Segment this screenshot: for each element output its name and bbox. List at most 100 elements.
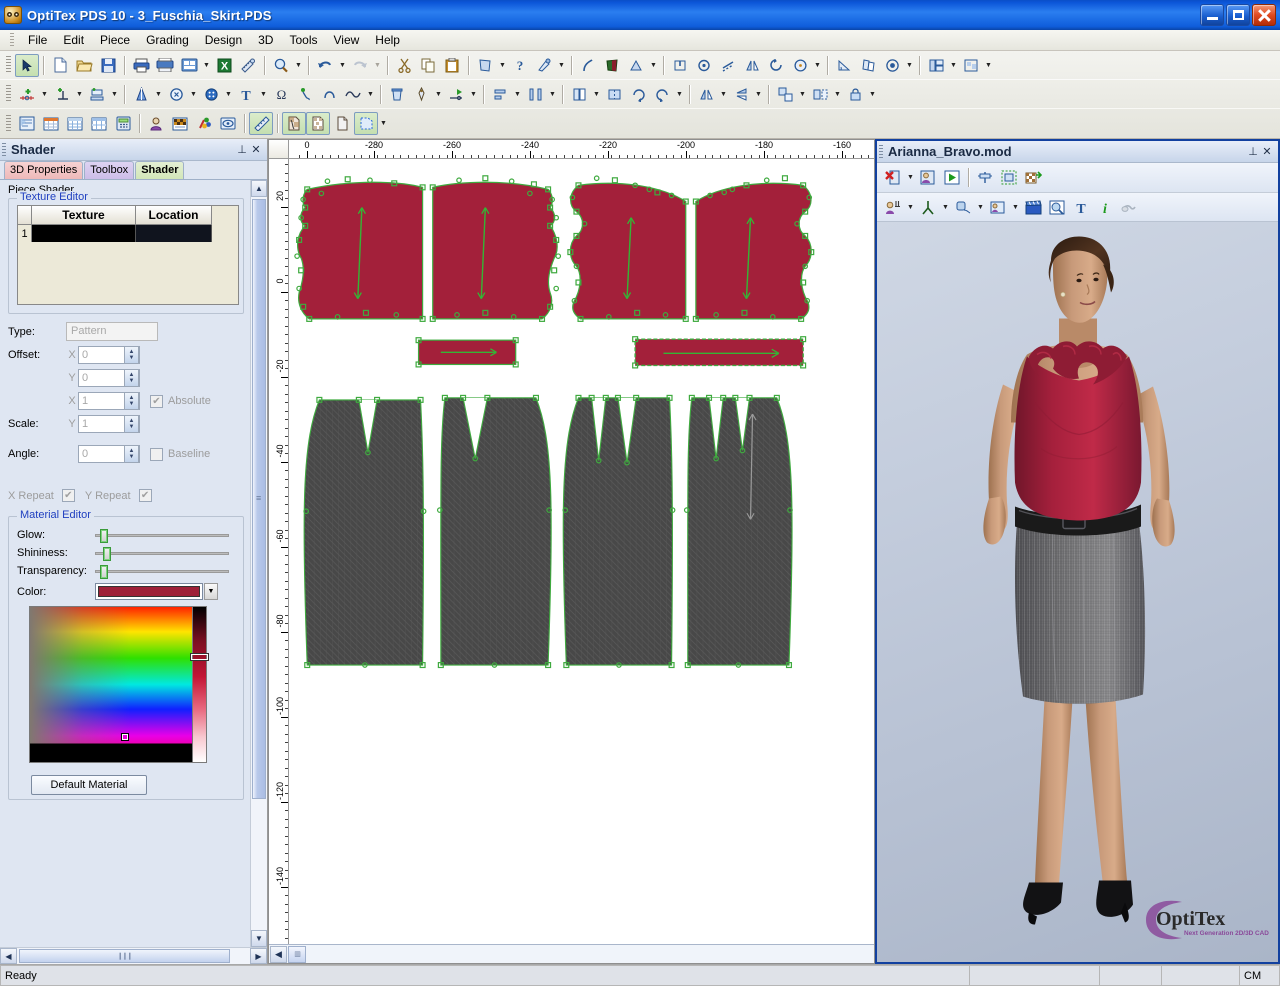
lock-button[interactable] bbox=[843, 83, 867, 106]
annotate-dropdown[interactable]: ▼ bbox=[556, 54, 567, 77]
texture-fill-button[interactable] bbox=[306, 112, 330, 135]
color-picker-luminance-strip[interactable] bbox=[192, 607, 206, 762]
scroll-up-button[interactable]: ▲ bbox=[251, 180, 267, 197]
canvas-h-scroll-thumb[interactable]: ▥ bbox=[288, 946, 306, 963]
toolbar-grip[interactable] bbox=[6, 56, 11, 74]
scroll-thumb[interactable] bbox=[252, 199, 266, 799]
toolbar-grip[interactable] bbox=[6, 115, 11, 133]
model-viewport[interactable]: OptiTex Next Generation 2D/3D CAD bbox=[877, 221, 1278, 962]
view-3d-window-button[interactable] bbox=[216, 112, 240, 135]
piece-shape-dropdown[interactable]: ▼ bbox=[497, 54, 508, 77]
notch-button[interactable] bbox=[668, 54, 692, 77]
ruler-corner[interactable] bbox=[269, 140, 289, 159]
close-avatar-dropdown[interactable]: ▼ bbox=[905, 166, 916, 189]
distribute-button[interactable] bbox=[523, 83, 547, 106]
offset-y-stepper[interactable]: ▲▼ bbox=[124, 369, 139, 387]
export-excel-button[interactable]: X bbox=[212, 54, 236, 77]
piece-vertex[interactable] bbox=[345, 177, 350, 182]
add-point-dropdown[interactable]: ▼ bbox=[39, 83, 50, 106]
pen-tool-dropdown[interactable]: ▼ bbox=[433, 83, 444, 106]
info-button[interactable]: i bbox=[1093, 196, 1117, 219]
bodice-back-right-piece[interactable] bbox=[696, 183, 811, 319]
blow-tool-button[interactable] bbox=[1117, 196, 1141, 219]
add-point-button[interactable] bbox=[15, 83, 39, 106]
menu-grading[interactable]: Grading bbox=[138, 31, 197, 49]
flip-horizontal-dropdown[interactable]: ▼ bbox=[718, 83, 729, 106]
color-dropdown-chevron-down-icon[interactable]: ▼ bbox=[204, 583, 218, 600]
pen-tool-button[interactable] bbox=[409, 83, 433, 106]
table-grid-button[interactable] bbox=[63, 112, 87, 135]
skirt-panel-piece[interactable] bbox=[688, 398, 792, 665]
wave-tool-dropdown[interactable]: ▼ bbox=[365, 83, 376, 106]
piece-vertex[interactable] bbox=[325, 179, 329, 183]
piece-vertex[interactable] bbox=[457, 178, 461, 182]
avatar-properties-button[interactable] bbox=[144, 112, 168, 135]
skirt-panel-piece[interactable] bbox=[563, 398, 672, 665]
circle-point-dropdown[interactable]: ▼ bbox=[188, 83, 199, 106]
symbol-omega-button[interactable]: Ω bbox=[269, 83, 293, 106]
vertical-ruler[interactable]: 200-20-40-60-80-100-120-140-160 bbox=[269, 159, 289, 944]
piece-list-button[interactable] bbox=[15, 112, 39, 135]
canvas-scroll-left-button[interactable]: ◀ bbox=[270, 946, 287, 963]
minimize-button[interactable] bbox=[1200, 4, 1224, 26]
split-piece-button[interactable] bbox=[567, 83, 591, 106]
transparency-slider-thumb[interactable] bbox=[100, 565, 108, 579]
skirt-panel-piece[interactable] bbox=[441, 398, 552, 665]
bodice-front-right-piece[interactable] bbox=[433, 182, 557, 319]
walk-piece-button[interactable] bbox=[856, 54, 880, 77]
play-simulation-button[interactable] bbox=[940, 166, 964, 189]
fabric-drape-button[interactable] bbox=[951, 196, 975, 219]
group-button[interactable] bbox=[773, 83, 797, 106]
load-avatar-button[interactable] bbox=[916, 166, 940, 189]
menu-3d[interactable]: 3D bbox=[250, 31, 281, 49]
pin-icon[interactable]: ⊥ bbox=[1246, 145, 1260, 159]
zoom-dropdown[interactable]: ▼ bbox=[293, 54, 304, 77]
flip-vertical-button[interactable] bbox=[729, 83, 753, 106]
print-button[interactable] bbox=[129, 54, 153, 77]
nest-dropdown[interactable]: ▼ bbox=[983, 54, 994, 77]
tab-3d-properties[interactable]: 3D Properties bbox=[4, 161, 83, 179]
cut-button[interactable] bbox=[392, 54, 416, 77]
menu-tools[interactable]: Tools bbox=[281, 31, 325, 49]
layout-button[interactable] bbox=[924, 54, 948, 77]
sewing-machine-dropdown[interactable]: ▼ bbox=[109, 83, 120, 106]
toolbar-grip[interactable] bbox=[6, 85, 11, 103]
scale-x-input[interactable]: 1 ▲▼ bbox=[78, 392, 140, 410]
annotate-button[interactable] bbox=[532, 54, 556, 77]
circle-point-button[interactable] bbox=[164, 83, 188, 106]
shininess-slider-thumb[interactable] bbox=[103, 547, 111, 561]
avatar-measure-button[interactable] bbox=[973, 166, 997, 189]
new-file-button[interactable] bbox=[48, 54, 72, 77]
scroll-track[interactable] bbox=[251, 197, 267, 930]
offset-x-stepper[interactable]: ▲▼ bbox=[124, 346, 139, 364]
table-blue-button[interactable] bbox=[87, 112, 111, 135]
texture-plain-button[interactable] bbox=[330, 112, 354, 135]
x-repeat-checkbox[interactable] bbox=[62, 489, 75, 502]
mirror-button[interactable] bbox=[740, 54, 764, 77]
select-arrow-tool[interactable] bbox=[15, 54, 39, 77]
merge-piece-button[interactable] bbox=[602, 83, 626, 106]
arc-tool-button[interactable] bbox=[317, 83, 341, 106]
grade-dropdown[interactable]: ▼ bbox=[648, 54, 659, 77]
open-file-button[interactable] bbox=[72, 54, 96, 77]
split-piece-dropdown[interactable]: ▼ bbox=[591, 83, 602, 106]
menu-piece[interactable]: Piece bbox=[92, 31, 138, 49]
color-palette-button[interactable] bbox=[192, 112, 216, 135]
drill-hole-button[interactable] bbox=[692, 54, 716, 77]
pin-tool-button[interactable] bbox=[293, 83, 317, 106]
align-dropdown[interactable]: ▼ bbox=[512, 83, 523, 106]
copy-button[interactable] bbox=[416, 54, 440, 77]
extend-line-dropdown[interactable]: ▼ bbox=[468, 83, 479, 106]
tab-shader[interactable]: Shader bbox=[135, 161, 184, 179]
ungroup-button[interactable] bbox=[808, 83, 832, 106]
rotate-cw-button[interactable] bbox=[626, 83, 650, 106]
save-file-button[interactable] bbox=[96, 54, 120, 77]
help-context-button[interactable]: ? bbox=[508, 54, 532, 77]
fabric-drape-dropdown[interactable]: ▼ bbox=[975, 196, 986, 219]
color-picker[interactable] bbox=[29, 606, 207, 763]
seam-button[interactable] bbox=[716, 54, 740, 77]
paste-button[interactable] bbox=[440, 54, 464, 77]
canvas-horizontal-scrollbar[interactable]: ◀ ▥ bbox=[269, 944, 874, 963]
redo-button[interactable] bbox=[348, 54, 372, 77]
export-texture-button[interactable] bbox=[1021, 166, 1045, 189]
